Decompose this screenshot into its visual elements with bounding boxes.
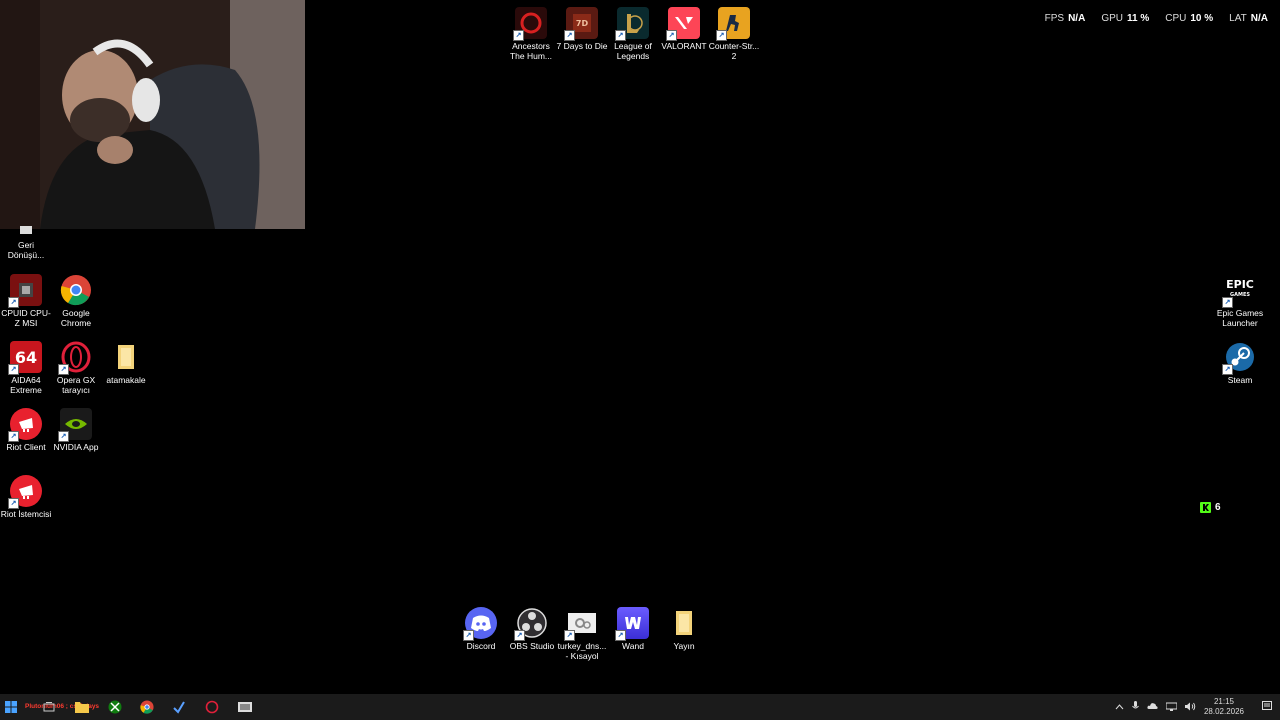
desktop-icon-steam[interactable]: ↗ Steam (1214, 341, 1266, 385)
taskbar-app-misc[interactable] (230, 694, 260, 720)
shortcut-arrow-icon: ↗ (58, 364, 69, 375)
config-file-icon: ↗ (564, 607, 598, 641)
shortcut-arrow-icon: ↗ (1222, 297, 1233, 308)
desktop-icon-opera-gx[interactable]: ↗ Opera GX tarayıcı (50, 341, 102, 395)
desktop-icon-nvidia-app[interactable]: ↗ NVIDIA App (50, 408, 102, 452)
wand-icon: ↗ (615, 607, 649, 641)
shortcut-arrow-icon: ↗ (615, 630, 626, 641)
cpuz-icon: ↗ (8, 274, 42, 308)
system-tray: 21:15 28.02.2026 (1115, 694, 1280, 720)
desktop-icon-wand[interactable]: ↗ Wand (607, 607, 659, 651)
webcam-image (0, 0, 305, 229)
windows-icon (5, 701, 17, 713)
desktop-icon-recycle-bin[interactable]: Geri Dönüşü... (0, 226, 52, 260)
desktop-icon-riot-istemcisi[interactable]: ↗ Riot İstemcisi (0, 475, 52, 519)
aida64-icon: 64 ↗ (8, 341, 42, 375)
desktop-icon-obs-studio[interactable]: ↗ OBS Studio (506, 607, 558, 651)
shortcut-arrow-icon: ↗ (716, 30, 727, 41)
taskbar: Plutonium06 ; cs 7 days 21:15 28.02.2026 (0, 694, 1280, 720)
steam-icon: ↗ (1222, 341, 1256, 375)
volume-icon[interactable] (1184, 702, 1196, 713)
clock-time: 21:15 (1213, 697, 1234, 706)
desktop-icon-yayin[interactable]: Yayın (658, 607, 710, 651)
lat-stat: LAT N/A (1229, 13, 1268, 24)
taskbar-xbox[interactable] (100, 694, 130, 720)
league-of-legends-icon: ↗ (615, 7, 649, 41)
shortcut-arrow-icon: ↗ (8, 364, 19, 375)
folder-icon (110, 341, 142, 373)
network-icon[interactable] (1165, 702, 1178, 713)
recycle-bin-icon (10, 226, 42, 238)
svg-text:GAMES: GAMES (1230, 292, 1250, 298)
chrome-icon (140, 700, 154, 714)
gpu-stat: GPU 11 % (1101, 13, 1150, 24)
viewer-count: 6 (1215, 502, 1221, 513)
fps-stat: FPS N/A (1044, 13, 1086, 24)
desktop-icon-atamakale[interactable]: atamakale (100, 341, 152, 385)
checkmark-app-icon (173, 701, 185, 714)
discord-icon: ↗ (463, 607, 497, 641)
folder-icon (75, 702, 89, 713)
shortcut-arrow-icon: ↗ (564, 30, 575, 41)
shortcut-arrow-icon: ↗ (8, 498, 19, 509)
valorant-icon: ↗ (666, 7, 700, 41)
kick-viewer-badge: 6 (1200, 502, 1221, 513)
webcam-feed (0, 0, 305, 229)
desktop-icon-league-of-legends[interactable]: ↗ League of Legends (607, 7, 659, 61)
desktop-icon-ancestors[interactable]: ↗ Ancestors The Hum... (505, 7, 557, 61)
task-view-button[interactable] (34, 694, 64, 720)
opera-gx-icon: ↗ (58, 341, 92, 375)
ancestors-icon: ↗ (513, 7, 547, 41)
shortcut-arrow-icon: ↗ (463, 630, 474, 641)
desktop-icon-discord[interactable]: ↗ Discord (455, 607, 507, 651)
shortcut-arrow-icon: ↗ (514, 630, 525, 641)
taskbar-app-check[interactable] (164, 694, 194, 720)
taskbar-chrome[interactable] (132, 694, 162, 720)
start-button[interactable] (0, 694, 22, 720)
desktop-icon-aida64[interactable]: 64 ↗ AIDA64 Extreme (0, 341, 52, 395)
shortcut-arrow-icon: ↗ (615, 30, 626, 41)
counter-strike-icon: ↗ (716, 7, 750, 41)
shortcut-arrow-icon: ↗ (58, 431, 69, 442)
riot-client-icon: ↗ (8, 475, 42, 509)
shortcut-arrow-icon: ↗ (513, 30, 524, 41)
desktop-icon-counter-strike-2[interactable]: ↗ Counter-Str... 2 (708, 7, 760, 61)
desktop-icon-valorant[interactable]: ↗ VALORANT (658, 7, 710, 51)
desktop-icon-epic-games[interactable]: EPIC GAMES ↗ Epic Games Launcher (1214, 274, 1266, 328)
desktop-icon-riot-client[interactable]: ↗ Riot Client (0, 408, 52, 452)
7-days-to-die-icon: 7D ↗ (564, 7, 598, 41)
epic-games-icon: EPIC GAMES ↗ (1222, 274, 1256, 308)
kick-icon (1200, 502, 1211, 513)
taskbar-file-explorer[interactable] (67, 694, 97, 720)
shortcut-arrow-icon: ↗ (666, 30, 677, 41)
chrome-icon (60, 274, 92, 306)
microphone-icon[interactable] (1132, 701, 1139, 713)
riot-client-icon: ↗ (8, 408, 42, 442)
desktop-icon-turkey-dns[interactable]: ↗ turkey_dns... - Kısayol (556, 607, 608, 661)
shortcut-arrow-icon: ↗ (1222, 364, 1233, 375)
chevron-up-icon[interactable] (1115, 703, 1124, 712)
opera-gx-icon (205, 700, 219, 714)
nvidia-icon: ↗ (58, 408, 92, 442)
folder-icon (668, 607, 700, 639)
shortcut-arrow-icon: ↗ (8, 431, 19, 442)
svg-text:EPIC: EPIC (1226, 278, 1254, 291)
task-view-icon (43, 702, 55, 712)
obs-icon: ↗ (514, 607, 548, 641)
desktop-icon-cpuz[interactable]: ↗ CPUID CPU-Z MSI (0, 274, 52, 328)
clock[interactable]: 21:15 28.02.2026 (1204, 697, 1244, 717)
shortcut-arrow-icon: ↗ (8, 297, 19, 308)
app-window-icon (238, 702, 252, 712)
svg-text:7D: 7D (576, 19, 589, 28)
clock-date: 28.02.2026 (1203, 707, 1244, 716)
taskbar-opera-gx[interactable] (197, 694, 227, 720)
desktop-icon-7-days-to-die[interactable]: 7D ↗ 7 Days to Die (556, 7, 608, 51)
cpu-stat: CPU 10 % (1165, 13, 1214, 24)
desktop-icon-google-chrome[interactable]: Google Chrome (50, 274, 102, 328)
performance-overlay: FPS N/A GPU 11 % CPU 10 % LAT N/A (1045, 13, 1268, 24)
xbox-icon (108, 700, 122, 714)
cloud-icon[interactable] (1147, 702, 1158, 712)
shortcut-arrow-icon: ↗ (564, 630, 575, 641)
notification-icon[interactable] (1262, 701, 1272, 713)
